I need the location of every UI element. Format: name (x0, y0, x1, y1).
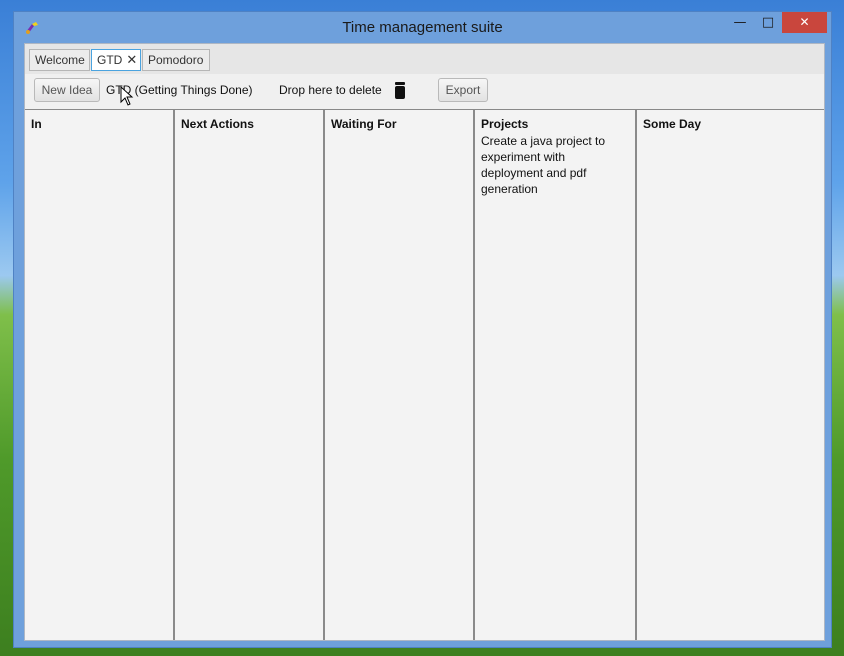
tab-label: Welcome (35, 53, 85, 67)
tab-label: Pomodoro (148, 53, 204, 67)
column-some-day[interactable]: Some Day (637, 110, 824, 640)
column-title: In (31, 117, 42, 131)
column-title: Some Day (643, 117, 702, 131)
window-title: Time management suite (342, 19, 503, 36)
column-title: Waiting For (331, 117, 397, 131)
gtd-board: In Next Actions Waiting For Projects Cre… (25, 109, 824, 640)
column-waiting-for[interactable]: Waiting For (325, 110, 475, 640)
maximize-button[interactable]: □ (754, 12, 782, 33)
close-button[interactable]: ✕ (782, 12, 827, 33)
close-tab-icon[interactable]: ✕ (126, 52, 137, 67)
tab-gtd[interactable]: GTD ✕ (91, 49, 141, 71)
tab-pomodoro[interactable]: Pomodoro (142, 49, 210, 71)
column-title: Projects (481, 117, 529, 131)
client-area: Welcome GTD ✕ Pomodoro New Idea GTD (Gett… (24, 43, 825, 641)
tab-label: GTD (97, 53, 123, 67)
new-idea-button[interactable]: New Idea (34, 78, 100, 102)
trash-icon[interactable] (394, 82, 406, 99)
tab-welcome[interactable]: Welcome (29, 49, 90, 71)
app-window: Time management suite — □ ✕ Welcome GTD ✕… (13, 11, 832, 648)
toolbar: New Idea GTD (Getting Things Done) Drop … (25, 74, 824, 110)
column-projects[interactable]: Projects Create a java project to experi… (475, 110, 637, 640)
title-bar[interactable]: Time management suite — □ ✕ (14, 12, 831, 43)
column-in[interactable]: In (25, 110, 175, 640)
column-title: Next Actions (181, 117, 254, 131)
drop-delete-label: Drop here to delete (279, 83, 382, 97)
tab-strip: Welcome GTD ✕ Pomodoro (25, 44, 824, 75)
mouse-pointer-icon (120, 86, 134, 106)
export-button[interactable]: Export (438, 78, 488, 102)
project-item[interactable]: Create a java project to experiment with… (481, 133, 629, 197)
minimize-button[interactable]: — (726, 12, 754, 33)
column-next-actions[interactable]: Next Actions (175, 110, 325, 640)
